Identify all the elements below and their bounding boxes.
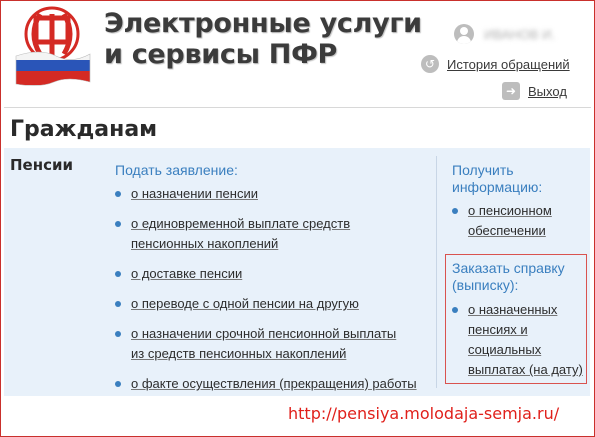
pfr-logo-icon: [15, 6, 91, 86]
bullet-icon: [452, 208, 458, 214]
header-divider: [4, 107, 591, 108]
certificate-heading: Заказать справку (выписку):: [452, 260, 565, 293]
history-link-row[interactable]: ↺ История обращений: [421, 55, 570, 73]
history-icon: ↺: [421, 55, 439, 73]
apply-item-pension[interactable]: о назначении пенсии: [115, 184, 417, 204]
site-title-line1: Электронные услуги: [104, 8, 422, 39]
info-list: о пенсионном обеспечении: [452, 201, 552, 241]
bullet-icon: [115, 331, 121, 337]
apply-item-delivery[interactable]: о доставке пенсии: [115, 264, 417, 284]
user-profile[interactable]: ИВАНОВ И.: [454, 24, 555, 44]
bullet-icon: [115, 191, 121, 197]
apply-heading: Подать заявление:: [115, 162, 238, 178]
info-item-pension-provision[interactable]: о пенсионном обеспечении: [452, 201, 552, 241]
apply-item-lump-sum[interactable]: о единовременной выплате средств пенсионн…: [115, 214, 417, 254]
bullet-icon: [115, 301, 121, 307]
avatar-icon: [454, 24, 474, 44]
certificate-item-payments[interactable]: о назначенных пенсиях и социальных выплатах…: [452, 300, 583, 380]
history-link[interactable]: История обращений: [447, 57, 570, 72]
apply-item-urgent-payment[interactable]: о назначении срочной пенсионной выплаты и…: [115, 324, 417, 364]
bullet-icon: [115, 271, 121, 277]
logout-link[interactable]: Выход: [528, 84, 567, 99]
category-label: Пенсии: [10, 156, 74, 174]
certificate-list: о назначенных пенсиях и социальных выплатах…: [452, 300, 583, 380]
logout-link-row[interactable]: ➜ Выход: [502, 82, 567, 100]
bullet-icon: [115, 381, 121, 387]
site-title: Электронные услуги и сервисы ПФР: [104, 8, 422, 70]
logout-icon: ➜: [502, 82, 520, 100]
user-name: ИВАНОВ И.: [484, 26, 555, 42]
section-title: Гражданам: [10, 117, 158, 142]
column-divider: [436, 156, 437, 388]
apply-list: о назначении пенсии о единовременной вып…: [115, 184, 417, 404]
info-heading: Получить информацию:: [452, 162, 543, 195]
bullet-icon: [115, 221, 121, 227]
apply-item-work-fact[interactable]: о факте осуществления (прекращения) рабо…: [115, 374, 417, 394]
watermark-url: http://pensiya.molodaja-semja.ru/: [288, 404, 560, 423]
apply-item-transfer[interactable]: о переводе с одной пенсии на другую: [115, 294, 417, 314]
bullet-icon: [452, 307, 458, 313]
site-title-line2: и сервисы ПФР: [104, 39, 338, 70]
